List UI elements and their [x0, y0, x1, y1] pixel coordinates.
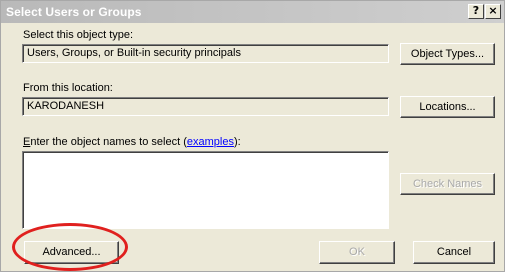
location-field: KARODANESH [22, 97, 389, 116]
check-names-button[interactable]: Check Names [400, 173, 495, 195]
object-names-label-suffix: ): [233, 136, 241, 148]
object-names-label-text: nter the object names to select ( [30, 136, 187, 148]
locations-button[interactable]: Locations... [400, 96, 495, 118]
select-users-dialog: Select Users or Groups ? × Select this o… [0, 0, 505, 272]
object-type-field: Users, Groups, or Built-in security prin… [22, 44, 389, 63]
close-icon: × [488, 4, 498, 17]
cancel-button[interactable]: Cancel [413, 241, 495, 264]
dialog-title: Select Users or Groups [6, 5, 142, 19]
location-label: From this location: [23, 82, 113, 94]
help-icon: ? [472, 4, 480, 17]
object-names-input[interactable] [22, 151, 389, 229]
close-button[interactable]: × [485, 4, 501, 19]
advanced-button[interactable]: Advanced... [24, 241, 119, 264]
examples-link[interactable]: examples [187, 136, 234, 148]
title-bar: Select Users or Groups ? × [1, 1, 504, 23]
object-names-label: Enter the object names to select (exampl… [23, 136, 241, 148]
object-types-button[interactable]: Object Types... [400, 43, 495, 65]
object-type-label: Select this object type: [23, 29, 134, 41]
ok-button[interactable]: OK [319, 241, 395, 264]
help-button[interactable]: ? [468, 4, 484, 19]
